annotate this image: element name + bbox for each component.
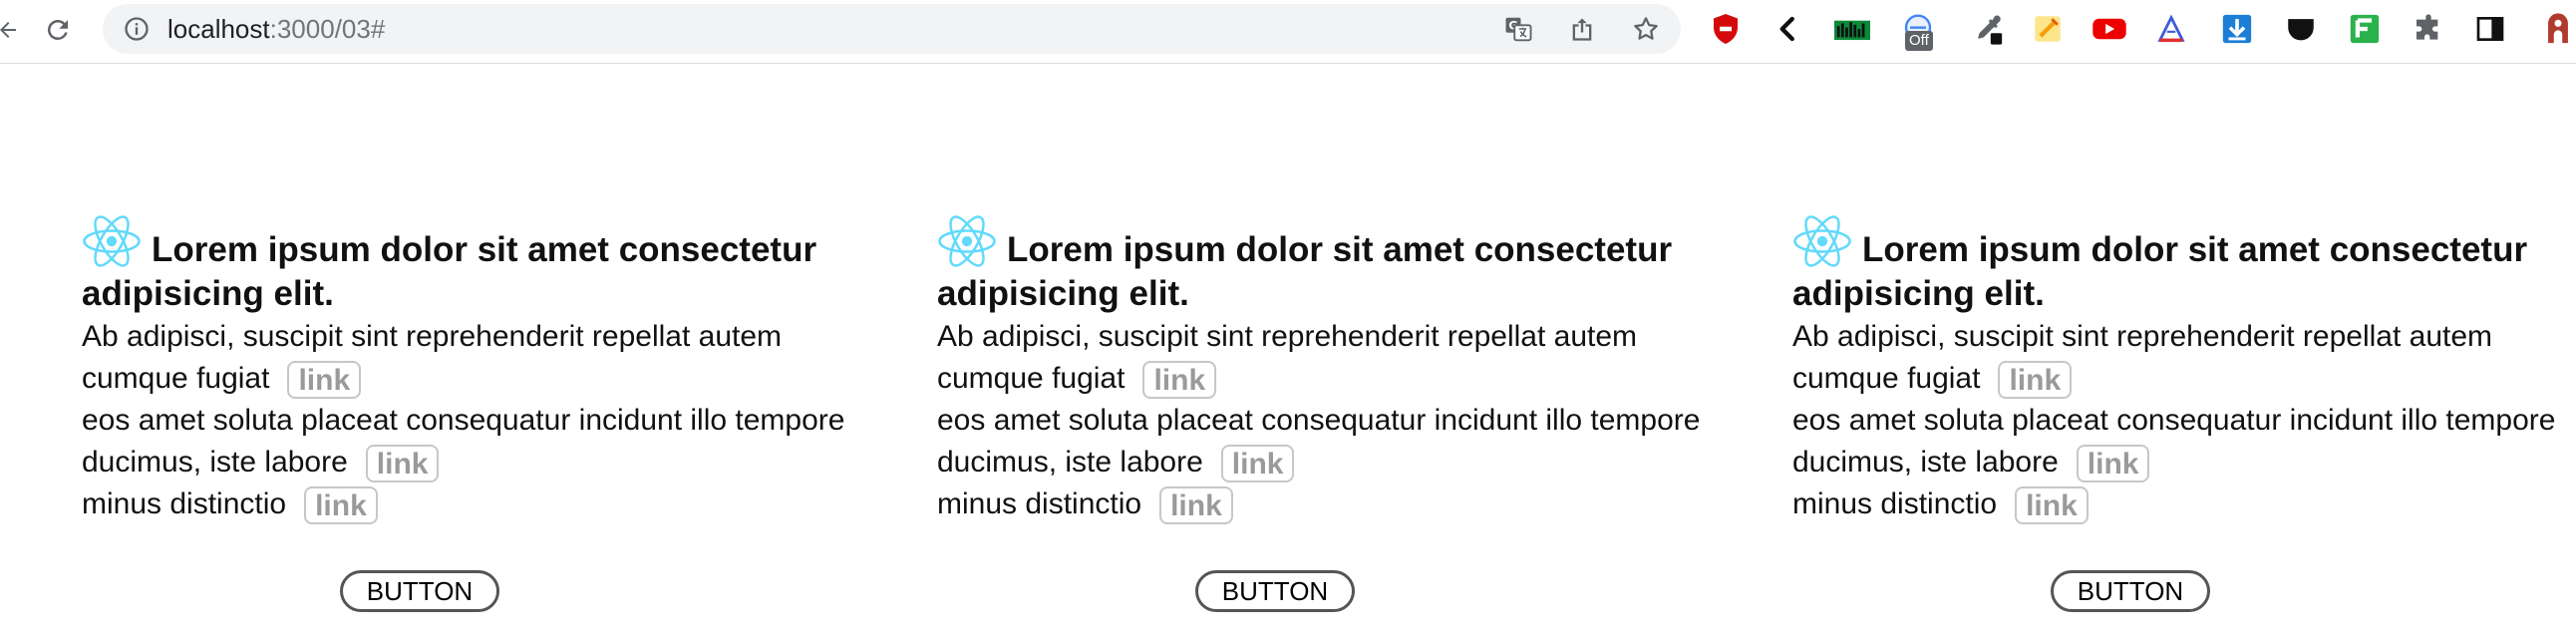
url-host: localhost [167, 14, 270, 44]
url-text[interactable]: localhost:3000/03# [167, 4, 385, 54]
equalizer-icon[interactable] [1832, 9, 1872, 49]
eyedropper-icon[interactable] [1968, 9, 2008, 49]
translate-icon[interactable]: G [1502, 13, 1534, 45]
card-paragraph-line: eos amet soluta placeat consequatur inci… [1792, 400, 2570, 483]
card-heading-text: Lorem ipsum dolor sit amet consectetur a… [1792, 230, 2528, 313]
card-body: Ab adipisci, suscipit sint reprehenderit… [937, 316, 1715, 525]
youtube-icon[interactable] [2090, 9, 2129, 49]
browser-toolbar: localhost:3000/03# G Off [0, 0, 2576, 64]
link-chip[interactable]: link [365, 445, 440, 483]
url-path: :3000/03# [269, 14, 386, 44]
card-text: Ab adipisci, suscipit sint reprehenderit… [1792, 320, 2493, 395]
link-chip[interactable]: link [2076, 445, 2150, 483]
card-text: eos amet soluta placeat consequatur inci… [1792, 404, 2556, 478]
content-card: Lorem ipsum dolor sit amet consectetur a… [82, 213, 859, 525]
link-chip[interactable]: link [304, 486, 378, 525]
ublock-icon[interactable] [1706, 9, 1746, 49]
card-button[interactable]: BUTTON [340, 570, 499, 612]
content-card: Lorem ipsum dolor sit amet consectetur a… [937, 213, 1715, 525]
content-card: Lorem ipsum dolor sit amet consectetur a… [1792, 213, 2570, 525]
card-text: eos amet soluta placeat consequatur inci… [937, 404, 1701, 478]
card-text: minus distinctio [937, 487, 1142, 520]
card-heading: Lorem ipsum dolor sit amet consectetur a… [937, 213, 1715, 316]
card-paragraph-line: eos amet soluta placeat consequatur inci… [82, 400, 859, 483]
card-paragraph-line: minus distinctio link [937, 483, 1715, 525]
react-logo-icon [938, 215, 996, 267]
card-paragraph-line: minus distinctio link [82, 483, 859, 525]
react-logo-icon [83, 215, 141, 267]
pocket-icon[interactable] [2281, 9, 2321, 49]
card-body: Ab adipisci, suscipit sint reprehenderit… [82, 316, 859, 525]
link-chip[interactable]: link [1220, 445, 1295, 483]
card-body: Ab adipisci, suscipit sint reprehenderit… [1792, 316, 2570, 525]
link-chip[interactable]: link [2015, 486, 2089, 525]
ruler-triangle-icon[interactable] [2151, 9, 2191, 49]
card-text: Ab adipisci, suscipit sint reprehenderit… [82, 320, 783, 395]
card-text: minus distinctio [1792, 487, 1998, 520]
link-chip[interactable]: link [287, 361, 362, 400]
feedly-icon[interactable] [2345, 9, 2385, 49]
site-info-icon[interactable] [121, 13, 153, 45]
share-icon[interactable] [1566, 13, 1598, 45]
card-heading: Lorem ipsum dolor sit amet consectetur a… [82, 213, 859, 316]
link-chip[interactable]: link [1998, 361, 2073, 400]
extension-badge: Off [1905, 31, 1933, 51]
card-text: minus distinctio [82, 487, 287, 520]
back-icon[interactable] [0, 10, 28, 50]
card-text: Ab adipisci, suscipit sint reprehenderit… [937, 320, 1638, 395]
left-chevron-icon[interactable] [1769, 9, 1808, 49]
card-paragraph-line: minus distinctio link [1792, 483, 2570, 525]
profile-icon[interactable] [2538, 9, 2576, 49]
card-heading-text: Lorem ipsum dolor sit amet consectetur a… [937, 230, 1673, 313]
notes-icon[interactable] [2028, 9, 2068, 49]
bookmark-star-icon[interactable] [1630, 13, 1662, 45]
react-logo-icon [1793, 215, 1851, 267]
card-paragraph-line: eos amet soluta placeat consequatur inci… [937, 400, 1715, 483]
card-heading-text: Lorem ipsum dolor sit amet consectetur a… [82, 230, 817, 313]
download-arrow-icon[interactable] [2217, 9, 2257, 49]
link-chip[interactable]: link [1142, 361, 1217, 400]
address-bar[interactable]: localhost:3000/03# G [103, 4, 1681, 54]
card-button[interactable]: BUTTON [1195, 570, 1355, 612]
reload-icon[interactable] [38, 10, 78, 50]
card-paragraph-line: Ab adipisci, suscipit sint reprehenderit… [1792, 316, 2570, 400]
card-paragraph-line: Ab adipisci, suscipit sint reprehenderit… [82, 316, 859, 400]
link-chip[interactable]: link [1159, 486, 1233, 525]
card-text: eos amet soluta placeat consequatur inci… [82, 404, 845, 478]
card-heading: Lorem ipsum dolor sit amet consectetur a… [1792, 213, 2570, 316]
card-button[interactable]: BUTTON [2051, 570, 2210, 612]
card-paragraph-line: Ab adipisci, suscipit sint reprehenderit… [937, 316, 1715, 400]
extensions-puzzle-icon[interactable] [2409, 9, 2448, 49]
side-panel-icon[interactable] [2470, 9, 2510, 49]
